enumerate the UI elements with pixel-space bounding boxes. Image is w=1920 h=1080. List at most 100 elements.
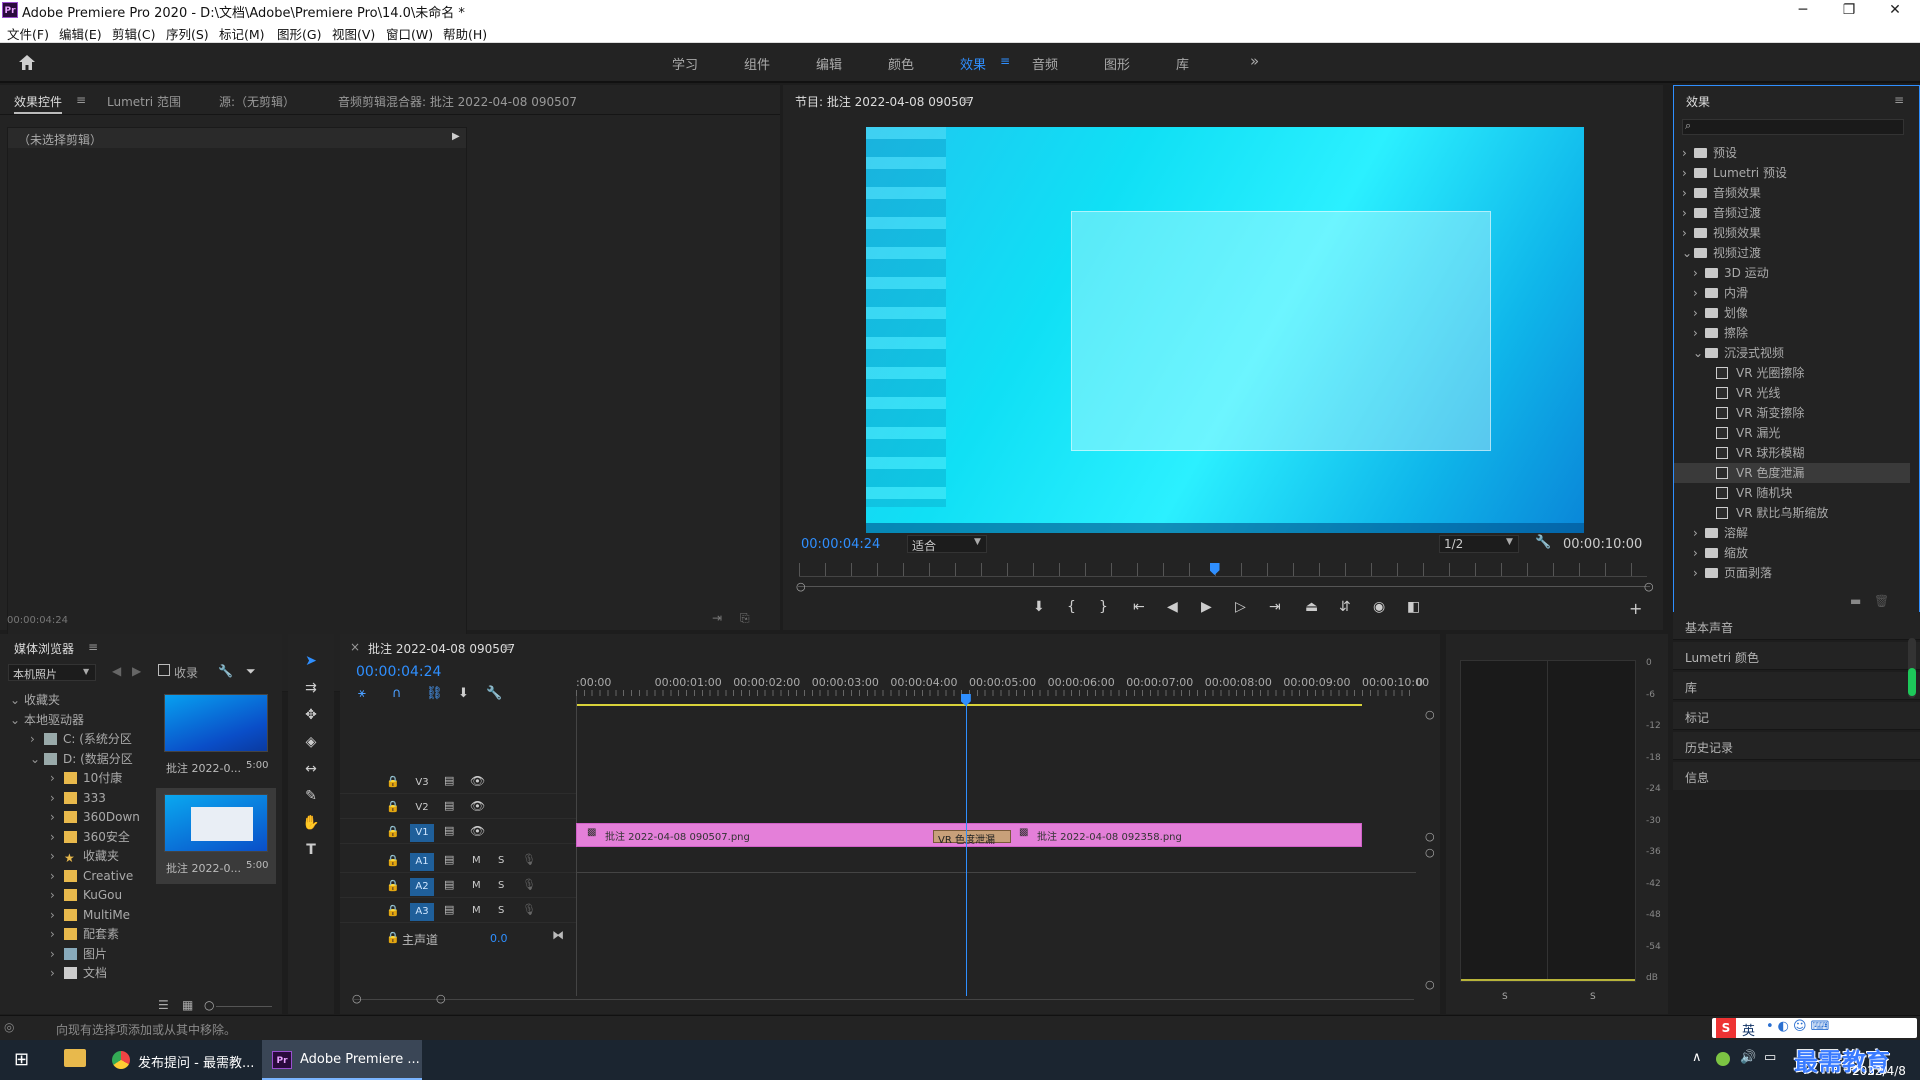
menu-clip[interactable]: 剪辑(C) [112, 24, 155, 43]
add-marker-icon[interactable]: ⬇ [458, 686, 469, 701]
mark-out-icon[interactable]: } [1099, 599, 1108, 615]
effect-folder[interactable]: › 擦除 [1674, 323, 1910, 343]
workspace-learn[interactable]: 学习 [672, 54, 698, 73]
effect-item[interactable]: VR 渐变擦除 [1674, 403, 1910, 423]
timeline-menu-icon[interactable]: ≡ [502, 640, 512, 654]
chevron-right-icon[interactable]: › [1693, 323, 1705, 343]
chevron-right-icon[interactable]: › [1682, 143, 1694, 163]
network-icon[interactable]: ▭ [1764, 1050, 1776, 1065]
pen-tool-icon[interactable]: ✎ [300, 785, 322, 807]
workspace-libraries[interactable]: 库 [1176, 54, 1189, 73]
zoom-handle-left[interactable]: ○ [796, 580, 806, 593]
effect-folder[interactable]: › 预设 [1674, 143, 1910, 163]
zoom-handle-right[interactable]: ○ [1644, 580, 1654, 593]
program-monitor-title[interactable]: 节目: 批注 2022-04-08 090507 [795, 93, 974, 110]
media-tree-item[interactable]: ⌄ 收藏夹 [6, 690, 146, 710]
clip-label[interactable]: 批注 2022-04-08 092358.png [1037, 828, 1182, 843]
media-tree-item[interactable]: › 配套素 [6, 924, 146, 944]
track-target[interactable]: A2 [410, 878, 434, 896]
chevron-icon[interactable]: ⌄ [30, 749, 44, 769]
zoom-slider-track[interactable] [216, 1006, 272, 1007]
solo-right-button[interactable]: S [1590, 992, 1596, 1002]
razor-tool-icon[interactable]: ◈ [300, 731, 322, 753]
maximize-button[interactable]: ❐ [1826, 0, 1872, 21]
taskbar-app-browser[interactable]: 发布提问 - 最需教... [108, 1040, 258, 1080]
chevron-icon[interactable]: › [50, 846, 64, 866]
filter-icon[interactable]: ⇥ [712, 611, 722, 625]
media-tree-item[interactable]: › 333 [6, 788, 146, 808]
microphone-icon[interactable]: 🎙 [522, 903, 536, 916]
track-target[interactable]: V3 [410, 774, 434, 792]
chevron-right-icon[interactable]: › [1693, 563, 1705, 583]
panel-essential-sound[interactable]: 基本声音 [1673, 612, 1920, 640]
tab-lumetri-scopes[interactable]: Lumetri 范围 [107, 93, 181, 110]
comparison-view-icon[interactable]: ◧ [1407, 599, 1420, 615]
eye-icon[interactable]: 👁 [470, 799, 485, 813]
media-tree-item[interactable]: › 文档 [6, 963, 146, 983]
effect-folder[interactable]: ⌄ 沉浸式视频 [1674, 343, 1910, 363]
menu-sequence[interactable]: 序列(S) [166, 24, 209, 43]
button-editor-icon[interactable]: + [1629, 599, 1642, 618]
panel-info[interactable]: 信息 [1673, 762, 1920, 790]
filter-icon[interactable]: ⏷ [246, 664, 256, 679]
forward-arrow-icon[interactable]: ▶ [132, 664, 141, 678]
media-tree-item[interactable]: › Creative [6, 866, 146, 886]
program-timecode[interactable]: 00:00:04:24 [801, 537, 880, 552]
horizontal-scroll-handle-left[interactable]: ○ [352, 992, 362, 1005]
timeline-ruler[interactable]: :00:00 00:00:01:00 00:00:02:00 00:00:03:00 0… [576, 672, 1429, 696]
go-to-in-icon[interactable]: ⇤ [1133, 599, 1145, 615]
mute-button[interactable]: M [472, 855, 481, 866]
taskbar-app-premiere[interactable]: Pr Adobe Premiere ... [262, 1040, 422, 1080]
panel-markers[interactable]: 标记 [1673, 702, 1920, 730]
horizontal-scrollbar[interactable] [354, 999, 1414, 1000]
ime-tools-icons[interactable]: •◐☺⌨ [1766, 1019, 1833, 1034]
microphone-icon[interactable]: 🎙 [522, 878, 536, 891]
back-arrow-icon[interactable]: ◀ [112, 664, 121, 678]
media-tree-item[interactable]: › 图片 [6, 944, 146, 964]
zoom-slider-handle[interactable]: ○ [204, 998, 214, 1012]
menu-view[interactable]: 视图(V) [332, 24, 375, 43]
transition-vr-chroma-leak[interactable]: VR 色度泄漏 [933, 830, 1011, 846]
sync-lock-icon[interactable]: ▤ [444, 799, 454, 812]
effect-folder[interactable]: › 页面剥落 [1674, 563, 1910, 583]
more-workspaces-icon[interactable]: » [1250, 52, 1259, 70]
chevron-icon[interactable]: › [50, 885, 64, 905]
chevron-right-icon[interactable]: › [1682, 183, 1694, 203]
quality-dropdown[interactable]: 1/2 ▼ [1439, 535, 1519, 553]
effect-folder[interactable]: › 缩放 [1674, 543, 1910, 563]
chevron-icon[interactable]: › [50, 866, 64, 886]
workspace-graphics[interactable]: 图形 [1104, 54, 1130, 73]
close-button[interactable]: ✕ [1872, 0, 1918, 21]
chevron-down-icon[interactable]: ⌄ [1682, 243, 1694, 263]
lock-icon[interactable]: 🔒 [386, 825, 400, 838]
program-video-frame[interactable] [866, 127, 1584, 533]
lift-icon[interactable]: ⏏ [1305, 599, 1318, 615]
lock-icon[interactable]: 🔒 [386, 879, 400, 892]
track-target[interactable]: A3 [410, 903, 434, 921]
type-tool-icon[interactable]: T [300, 839, 322, 861]
workspace-effects[interactable]: 效果 [960, 54, 986, 73]
chevron-icon[interactable]: › [50, 807, 64, 827]
solo-button[interactable]: S [498, 855, 504, 866]
effect-item[interactable]: VR 随机块 [1674, 483, 1910, 503]
step-back-icon[interactable]: ◀ [1167, 599, 1178, 615]
workspace-menu-icon[interactable]: ≡ [1000, 54, 1010, 68]
ripple-edit-tool-icon[interactable]: ✥ [300, 704, 322, 726]
media-browser-title[interactable]: 媒体浏览器 [14, 640, 74, 657]
ime-language[interactable]: 英 [1742, 1020, 1755, 1039]
lock-icon[interactable]: 🔒 [386, 931, 400, 944]
sync-lock-icon[interactable]: ▤ [444, 903, 454, 916]
tab-audio-clip-mixer[interactable]: 音频剪辑混合器: 批注 2022-04-08 090507 [338, 93, 577, 110]
chevron-icon[interactable]: › [50, 963, 64, 983]
windows-start-icon[interactable]: ⊞ [14, 1049, 29, 1070]
timeline-tab[interactable]: 批注 2022-04-08 090507 [368, 640, 515, 657]
snap-icon[interactable]: ∩ [392, 686, 402, 701]
effect-item[interactable]: VR 球形模糊 [1674, 443, 1910, 463]
media-thumbnail[interactable]: 批注 2022-0... 5:00 [160, 694, 276, 784]
sync-lock-icon[interactable]: ▤ [444, 853, 454, 866]
go-to-edit-icon[interactable]: ⧓ [552, 928, 564, 942]
selection-tool-icon[interactable]: ➤ [300, 650, 322, 672]
menu-help[interactable]: 帮助(H) [443, 24, 487, 43]
media-tree-item[interactable]: › 360安全 [6, 827, 146, 847]
chevron-right-icon[interactable]: › [1693, 303, 1705, 323]
